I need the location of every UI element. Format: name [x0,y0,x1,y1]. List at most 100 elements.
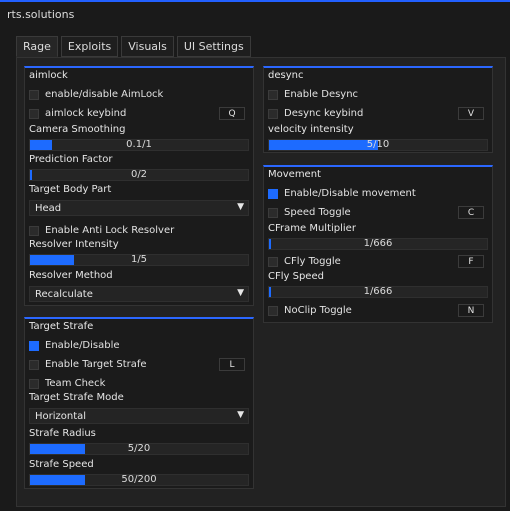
prediction-label: Prediction Factor [29,154,113,165]
body-part-label: Target Body Part [29,184,112,195]
aimlock-keybind-label: aimlock keybind [45,108,127,119]
speed-toggle-label: Speed Toggle [284,207,351,218]
desync-enable-checkbox[interactable] [268,90,278,100]
enable-target-strafe-checkbox[interactable] [29,360,39,370]
movement-enable-checkbox[interactable] [268,189,278,199]
desync-title: desync [268,70,304,81]
strafe-speed-row: Strafe Speed 50/200 [29,459,249,489]
cfly-speed-row: CFly Speed 1/666 [268,271,488,301]
velocity-value: 5/10 [366,139,390,150]
chevron-down-icon: ▼ [237,202,244,212]
strafe-speed-label: Strafe Speed [29,459,94,470]
desync-keybind-label: Desync keybind [284,108,364,119]
aimlock-panel: aimlock enable/disable AimLock aimlock k… [24,66,254,306]
speed-toggle-checkbox[interactable] [268,208,278,218]
velocity-label: velocity intensity [268,124,354,135]
strafe-enable-label: Enable/Disable [45,340,120,351]
strafe-enable-checkbox[interactable] [29,341,39,351]
target-strafe-panel: Target Strafe Enable/Disable Enable Targ… [24,317,254,489]
camera-smoothing-label: Camera Smoothing [29,124,126,135]
velocity-row: velocity intensity 5/10 [268,124,488,154]
target-strafe-title: Target Strafe [29,321,94,332]
aimlock-keybind-row[interactable]: aimlock keybind Q [29,107,249,121]
noclip-checkbox[interactable] [268,306,278,316]
resolver-method-label: Resolver Method [29,270,113,281]
aimlock-enable-checkbox[interactable] [29,90,39,100]
main-window: rts.solutions Rage Exploits Visuals UI S… [0,0,510,511]
prediction-slider[interactable]: 0/2 [29,169,249,181]
resolver-method-row: Resolver Method Recalculate ▼ [29,270,249,304]
team-check-row[interactable]: Team Check [29,377,249,391]
desync-enable-row[interactable]: Enable Desync [268,88,488,102]
strafe-mode-row: Target Strafe Mode Horizontal ▼ [29,392,249,426]
chevron-down-icon: ▼ [237,288,244,298]
cfly-speed-slider[interactable]: 1/666 [268,286,488,298]
aimlock-keybind-checkbox[interactable] [29,109,39,119]
tab-rage[interactable]: Rage [16,36,58,57]
desync-panel: desync Enable Desync Desync keybind V ve… [263,66,493,153]
noclip-key[interactable]: N [458,304,484,317]
strafe-mode-value: Horizontal [35,411,87,422]
velocity-slider[interactable]: 5/10 [268,139,488,151]
prediction-value: 0/2 [130,169,148,180]
body-part-row: Target Body Part Head ▼ [29,184,249,218]
strafe-speed-value: 50/200 [121,474,157,485]
speed-toggle-row[interactable]: Speed Toggle C [268,206,488,220]
cfly-speed-label: CFly Speed [268,271,324,282]
enable-target-strafe-key[interactable]: L [219,358,245,371]
cfly-toggle-row[interactable]: CFly Toggle F [268,255,488,269]
tab-visuals[interactable]: Visuals [121,36,174,57]
body-part-value: Head [35,203,62,214]
enable-target-strafe-row[interactable]: Enable Target Strafe L [29,358,249,372]
resolver-intensity-slider[interactable]: 1/5 [29,254,249,266]
desync-enable-label: Enable Desync [284,89,359,100]
strafe-radius-label: Strafe Radius [29,428,96,439]
cframe-row: CFrame Multiplier 1/666 [268,223,488,253]
team-check-checkbox[interactable] [29,379,39,389]
resolver-method-select[interactable]: Recalculate ▼ [29,286,249,302]
strafe-radius-value: 5/20 [127,443,151,454]
resolver-intensity-value: 1/5 [130,254,148,265]
strafe-mode-label: Target Strafe Mode [29,392,124,403]
movement-title: Movement [268,169,321,180]
anti-lock-row[interactable]: Enable Anti Lock Resolver [29,224,249,238]
resolver-method-value: Recalculate [35,289,93,300]
movement-enable-row[interactable]: Enable/Disable movement [268,187,488,201]
tab-bar: Rage Exploits Visuals UI Settings [16,36,251,57]
camera-smoothing-value: 0.1/1 [126,139,152,150]
cframe-label: CFrame Multiplier [268,223,356,234]
noclip-label: NoClip Toggle [284,305,352,316]
desync-keybind-row[interactable]: Desync keybind V [268,107,488,121]
body-part-select[interactable]: Head ▼ [29,200,249,216]
cfly-toggle-checkbox[interactable] [268,257,278,267]
camera-smoothing-slider[interactable]: 0.1/1 [29,139,249,151]
camera-smoothing-row: Camera Smoothing 0.1/1 [29,124,249,154]
strafe-speed-slider[interactable]: 50/200 [29,474,249,486]
noclip-row[interactable]: NoClip Toggle N [268,304,488,318]
cframe-slider[interactable]: 1/666 [268,238,488,250]
tab-exploits[interactable]: Exploits [60,36,119,57]
movement-panel: Movement Enable/Disable movement Speed T… [263,165,493,323]
window-title: rts.solutions [7,8,75,21]
anti-lock-checkbox[interactable] [29,226,39,236]
speed-toggle-key[interactable]: C [458,206,484,219]
tab-ui-settings[interactable]: UI Settings [176,36,251,57]
aimlock-enable-label: enable/disable AimLock [45,89,164,100]
movement-enable-label: Enable/Disable movement [284,188,416,199]
aimlock-enable-row[interactable]: enable/disable AimLock [29,88,249,102]
strafe-mode-select[interactable]: Horizontal ▼ [29,408,249,424]
aimlock-keybind-key[interactable]: Q [219,107,245,120]
desync-keybind-key[interactable]: V [458,107,484,120]
team-check-label: Team Check [45,378,106,389]
aimlock-title: aimlock [29,70,68,81]
cfly-toggle-key[interactable]: F [458,255,484,268]
desync-keybind-checkbox[interactable] [268,109,278,119]
anti-lock-label: Enable Anti Lock Resolver [45,225,175,236]
cfly-toggle-label: CFly Toggle [284,256,341,267]
resolver-intensity-label: Resolver Intensity [29,239,119,250]
enable-target-strafe-label: Enable Target Strafe [45,359,147,370]
strafe-radius-row: Strafe Radius 5/20 [29,428,249,458]
strafe-radius-slider[interactable]: 5/20 [29,443,249,455]
strafe-enable-row[interactable]: Enable/Disable [29,339,249,353]
tab-content: aimlock enable/disable AimLock aimlock k… [16,57,506,507]
